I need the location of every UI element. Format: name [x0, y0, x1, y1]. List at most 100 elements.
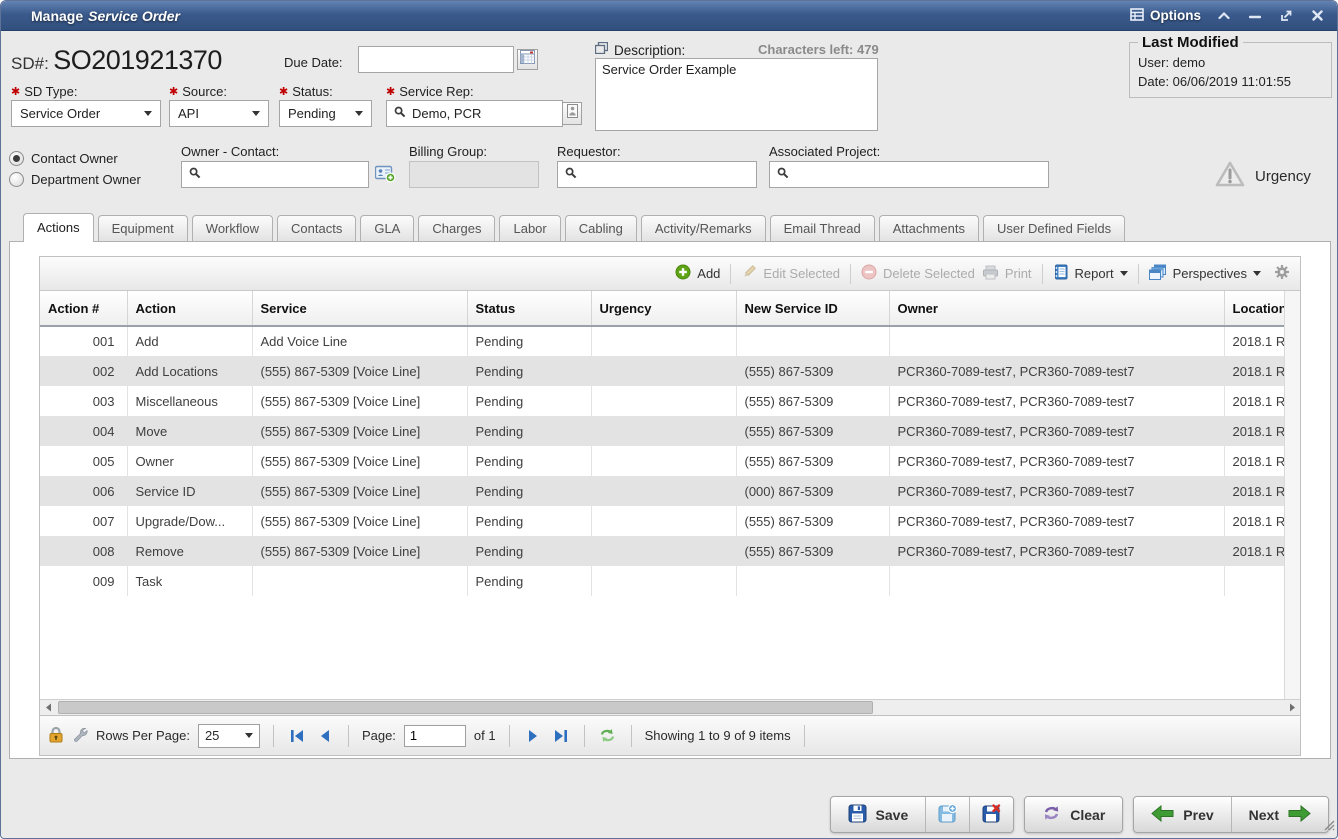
cell: 2018.1 R	[1224, 386, 1284, 416]
tab-email-thread[interactable]: Email Thread	[770, 215, 875, 241]
owner-contact-field[interactable]	[181, 161, 369, 188]
prev-button[interactable]: Prev	[1134, 797, 1230, 832]
tab-charges[interactable]: Charges	[418, 215, 495, 241]
table-row[interactable]: 001AddAdd Voice LinePending2018.1 R	[40, 326, 1284, 356]
divider	[850, 264, 851, 284]
service-rep-detail-button[interactable]	[562, 102, 582, 125]
table-row[interactable]: 008Remove(555) 867-5309 [Voice Line]Pend…	[40, 536, 1284, 566]
table-row[interactable]: 009TaskPending	[40, 566, 1284, 596]
save-button[interactable]: Save	[831, 797, 926, 832]
vertical-scrollbar[interactable]	[1284, 291, 1300, 699]
cell: Pending	[467, 356, 591, 386]
tab-user-defined-fields[interactable]: User Defined Fields	[983, 215, 1125, 241]
calendar-button[interactable]	[517, 49, 538, 70]
column-header[interactable]: Action #	[40, 291, 127, 326]
contact-owner-radio[interactable]: Contact Owner	[9, 151, 118, 166]
resize-grip[interactable]	[1321, 817, 1335, 836]
edit-selected-button[interactable]: Edit Selected	[741, 264, 840, 283]
popout-field-icon[interactable]	[595, 41, 608, 59]
due-date-input[interactable]	[366, 52, 506, 67]
save-new-icon	[938, 804, 957, 826]
add-contact-button[interactable]	[375, 164, 396, 188]
collapse-icon[interactable]	[1216, 8, 1232, 24]
table-row[interactable]: 006Service ID(555) 867-5309 [Voice Line]…	[40, 476, 1284, 506]
status-select[interactable]: Pending	[279, 100, 372, 127]
service-rep-field[interactable]: Demo, PCR	[386, 100, 563, 127]
chevron-down-icon	[245, 733, 253, 738]
close-icon[interactable]	[1309, 8, 1325, 24]
associated-project-field[interactable]	[769, 161, 1049, 188]
column-header[interactable]: Status	[467, 291, 591, 326]
tab-workflow[interactable]: Workflow	[192, 215, 273, 241]
print-button[interactable]: Print	[982, 265, 1032, 283]
save-and-new-button[interactable]	[925, 797, 969, 832]
cell: (555) 867-5309 [Voice Line]	[252, 356, 467, 386]
table-row[interactable]: 004Move(555) 867-5309 [Voice Line]Pendin…	[40, 416, 1284, 446]
tab-equipment[interactable]: Equipment	[98, 215, 188, 241]
chevron-down-icon	[1253, 271, 1261, 276]
previous-page-icon[interactable]	[315, 726, 335, 746]
next-button[interactable]: Next	[1231, 797, 1328, 832]
cell: PCR360-7089-test7, PCR360-7089-test7	[889, 476, 1224, 506]
due-date-field[interactable]	[358, 46, 514, 73]
search-icon	[189, 167, 201, 182]
source-select[interactable]: API	[169, 100, 269, 127]
save-and-close-button[interactable]	[969, 797, 1013, 832]
column-header[interactable]: Location	[1224, 291, 1284, 326]
requestor-field[interactable]	[557, 161, 757, 188]
table-row[interactable]: 005Owner(555) 867-5309 [Voice Line]Pendi…	[40, 446, 1284, 476]
column-header[interactable]: Owner	[889, 291, 1224, 326]
horizontal-scrollbar[interactable]	[40, 699, 1300, 715]
column-header[interactable]: Urgency	[591, 291, 736, 326]
page-input[interactable]	[404, 725, 466, 747]
chevron-down-icon	[144, 111, 152, 116]
tab-cabling[interactable]: Cabling	[565, 215, 637, 241]
requestor-input[interactable]	[583, 167, 749, 182]
refresh-icon[interactable]	[598, 726, 618, 746]
grid-settings-button[interactable]	[1274, 264, 1290, 283]
rows-per-page-select[interactable]: 25	[198, 724, 260, 748]
column-header[interactable]: Service	[252, 291, 467, 326]
lock-icon[interactable]	[48, 726, 64, 746]
owner-contact-input[interactable]	[207, 167, 361, 182]
scroll-right-icon[interactable]	[1284, 700, 1300, 715]
sd-type-select[interactable]: Service Order	[11, 100, 161, 127]
delete-selected-button[interactable]: Delete Selected	[861, 264, 975, 283]
wrench-icon[interactable]	[72, 726, 88, 745]
tab-labor[interactable]: Labor	[499, 215, 560, 241]
first-page-icon[interactable]	[287, 726, 307, 746]
last-page-icon[interactable]	[551, 726, 571, 746]
add-button[interactable]: Add	[675, 264, 720, 283]
table-row[interactable]: 002Add Locations(555) 867-5309 [Voice Li…	[40, 356, 1284, 386]
billing-group-field	[409, 161, 539, 188]
cell: Service ID	[127, 476, 252, 506]
cell	[889, 326, 1224, 356]
department-owner-radio[interactable]: Department Owner	[9, 172, 141, 187]
scrollbar-thumb[interactable]	[58, 701, 873, 714]
scroll-left-icon[interactable]	[40, 700, 56, 715]
tab-actions[interactable]: Actions	[23, 213, 94, 242]
table-row[interactable]: 003Miscellaneous(555) 867-5309 [Voice Li…	[40, 386, 1284, 416]
column-header[interactable]: Action	[127, 291, 252, 326]
tab-contacts[interactable]: Contacts	[277, 215, 356, 241]
description-textarea[interactable]: Service Order Example	[595, 58, 878, 131]
add-icon	[675, 264, 691, 283]
cell	[889, 566, 1224, 596]
clear-button[interactable]: Clear	[1025, 797, 1122, 832]
tab-attachments[interactable]: Attachments	[879, 215, 979, 241]
options-button[interactable]: Options	[1130, 8, 1201, 24]
associated-project-input[interactable]	[795, 167, 1041, 182]
popout-icon[interactable]	[1278, 8, 1294, 24]
cell: 007	[40, 506, 127, 536]
perspectives-button[interactable]: Perspectives	[1149, 264, 1261, 283]
tab-gla[interactable]: GLA	[360, 215, 414, 241]
last-modified-user: User: demo	[1138, 53, 1323, 72]
report-button[interactable]: Report	[1053, 264, 1128, 283]
tab-activity-remarks[interactable]: Activity/Remarks	[641, 215, 766, 241]
next-page-icon[interactable]	[523, 726, 543, 746]
column-header[interactable]: New Service ID	[736, 291, 889, 326]
table-row[interactable]: 007Upgrade/Dow...(555) 867-5309 [Voice L…	[40, 506, 1284, 536]
sd-label: SD#:	[11, 54, 49, 73]
minimize-icon[interactable]	[1247, 8, 1263, 24]
urgency-indicator[interactable]: Urgency	[1214, 160, 1311, 192]
